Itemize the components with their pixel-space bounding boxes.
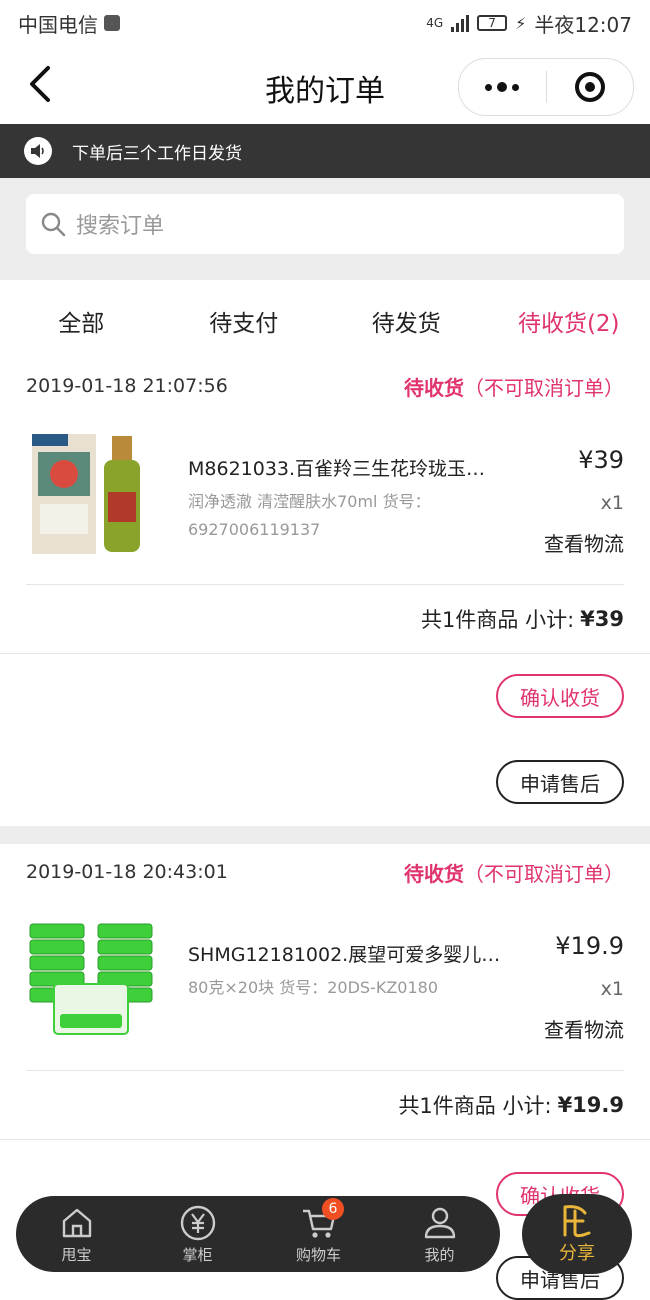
tab-pending-payment[interactable]: 待支付 (163, 304, 326, 358)
target-circle-icon (574, 72, 605, 102)
carrier-label: 中国电信 (18, 12, 98, 37)
share-label: 分享 (559, 1243, 595, 1264)
home-icon (62, 1208, 91, 1237)
clock: 半夜12:07 (534, 12, 632, 37)
product-title: SHMG12181002.展望可爱多婴儿… (188, 944, 501, 966)
order-time: 2019-01-18 20:43:01 (26, 861, 228, 883)
subtotal-label: 共1件商品 小计: (421, 608, 575, 632)
order-card: 2019-01-18 21:07:56 待收货（不可取消订单） M8621033… (0, 358, 650, 826)
mini-program-capsule (458, 58, 634, 116)
order-subtotal: 共1件商品 小计: ¥19.9 (0, 1071, 650, 1140)
more-dots-icon (485, 82, 520, 92)
subtotal-value: ¥19.9 (557, 1093, 624, 1117)
signal-icon (451, 14, 470, 32)
order-subtotal: 共1件商品 小计: ¥39 (0, 585, 650, 654)
order-header: 2019-01-18 21:07:56 待收货（不可取消订单） (0, 358, 650, 414)
nav-label: 购物车 (295, 1245, 341, 1264)
search-placeholder: 搜索订单 (76, 214, 165, 239)
bottom-nav: 甩宝 掌柜 6 购物车 我的 (16, 1196, 500, 1272)
cat-icon (104, 15, 120, 31)
share-button[interactable]: 分享 (522, 1194, 632, 1274)
status-label: 待收货 (404, 375, 464, 400)
product-price: ¥39 (578, 446, 624, 474)
status-label: 待收货 (404, 861, 464, 886)
battery-icon: 7 (477, 15, 508, 31)
status-note: （不可取消订单） (464, 375, 624, 400)
view-logistics-link[interactable]: 查看物流 (544, 1014, 624, 1043)
product-spec: 80克×20块 货号：20DS-KZ0180 (188, 978, 438, 997)
subtotal-label: 共1件商品 小计: (398, 1094, 552, 1118)
nav-label: 掌柜 (182, 1245, 213, 1264)
more-button[interactable] (459, 59, 546, 115)
product-image (26, 914, 156, 1044)
tab-all[interactable]: 全部 (0, 304, 163, 358)
confirm-receipt-button[interactable]: 确认收货 (496, 674, 624, 718)
order-tabs: 全部 待支付 待发货 待收货(2) (0, 280, 650, 358)
yen-icon (180, 1205, 215, 1240)
order-header: 2019-01-18 20:43:01 待收货（不可取消订单） (0, 844, 650, 900)
speaker-icon (24, 137, 52, 165)
share-logo-icon (563, 1205, 591, 1238)
product-image (26, 428, 156, 558)
product-quantity: x1 (600, 492, 624, 514)
tab-pending-receipt[interactable]: 待收货(2) (488, 304, 650, 358)
order-time: 2019-01-18 21:07:56 (26, 375, 228, 397)
nav-item-mine[interactable]: 我的 (379, 1204, 500, 1265)
network-label: 4G (426, 16, 444, 30)
product-price: ¥19.9 (555, 932, 624, 960)
charging-icon: ⚡ (515, 13, 527, 33)
battery-level: 7 (488, 16, 496, 30)
product-title: M8621033.百雀羚三生花玲珑玉… (188, 458, 486, 480)
order-status: 待收货（不可取消订单） (404, 858, 624, 887)
view-logistics-link[interactable]: 查看物流 (544, 528, 624, 557)
subtotal-value: ¥39 (580, 607, 624, 631)
nav-label: 甩宝 (61, 1245, 92, 1264)
search-icon (41, 212, 66, 237)
close-program-button[interactable] (547, 59, 634, 115)
product-quantity: x1 (600, 978, 624, 1000)
nav-label: 我的 (424, 1245, 455, 1264)
order-item[interactable]: M8621033.百雀羚三生花玲珑玉… 润净透澈 清滢醒肤水70ml 货号：69… (26, 414, 624, 585)
orders-page: 中国电信 4G 7 ⚡ 半夜12:07 我的订单 下单后三个工作日发货 搜索订单… (0, 0, 650, 1300)
user-icon (424, 1207, 455, 1238)
status-bar: 中国电信 4G 7 ⚡ 半夜12:07 (0, 0, 650, 46)
header: 我的订单 (0, 46, 650, 124)
search-area: 搜索订单 (0, 178, 650, 272)
after-sale-button[interactable]: 申请售后 (496, 760, 624, 804)
notice-bar: 下单后三个工作日发货 (0, 124, 650, 178)
nav-item-cart[interactable]: 6 购物车 (258, 1197, 379, 1265)
cart-badge: 6 (322, 1197, 344, 1220)
product-spec: 润净透澈 清滢醒肤水70ml 货号：6927006119137 (188, 492, 431, 539)
status-note: （不可取消订单） (464, 861, 624, 886)
nav-item-shopkeeper[interactable]: 掌柜 (137, 1204, 258, 1265)
search-input[interactable]: 搜索订单 (26, 194, 624, 254)
order-status: 待收货（不可取消订单） (404, 372, 624, 401)
notice-text: 下单后三个工作日发货 (72, 143, 242, 164)
tab-pending-shipment[interactable]: 待发货 (325, 304, 488, 358)
order-item[interactable]: SHMG12181002.展望可爱多婴儿… 80克×20块 货号：20DS-KZ… (26, 900, 624, 1071)
nav-item-home[interactable]: 甩宝 (16, 1204, 137, 1265)
